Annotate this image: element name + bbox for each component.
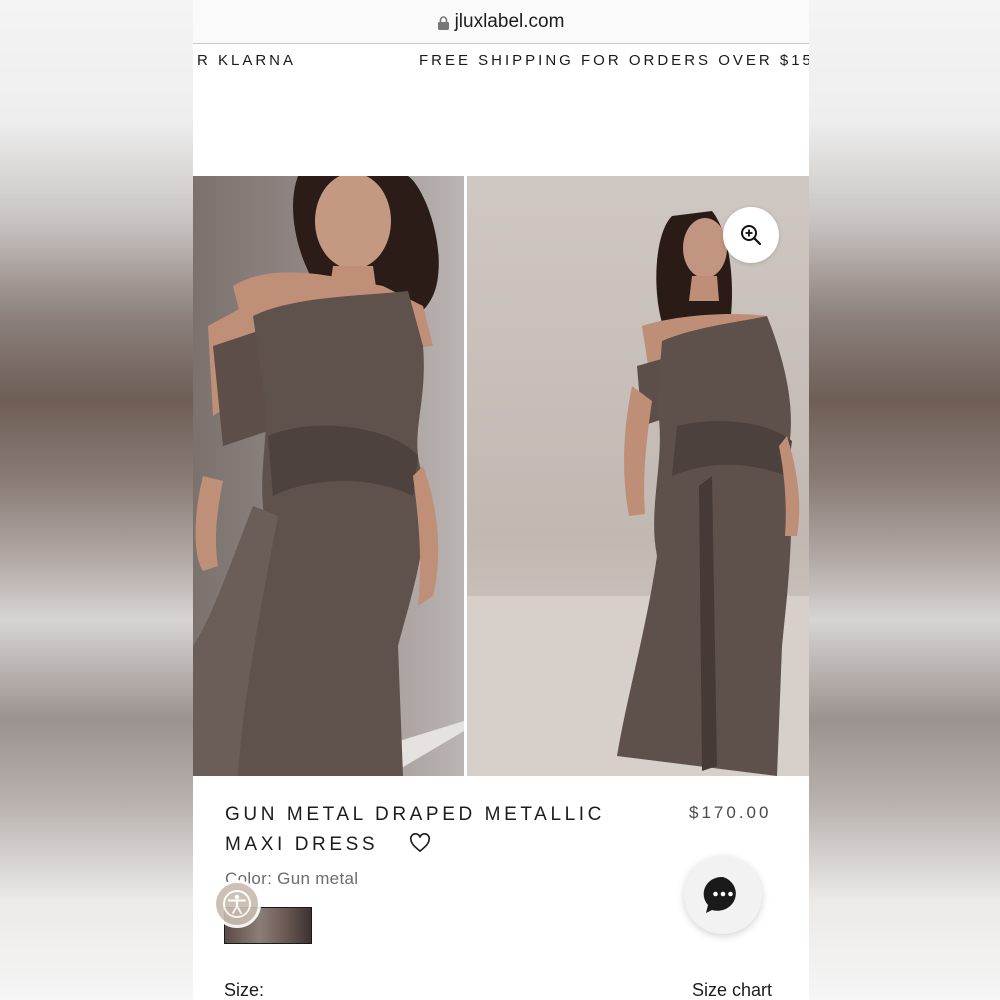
product-title: GUN METAL DRAPED METALLIC MAXI DRESS xyxy=(225,800,645,860)
announcement-shipping: FREE SHIPPING FOR ORDERS OVER $150 xyxy=(419,52,809,69)
heart-icon[interactable] xyxy=(409,832,431,853)
size-label: Size: xyxy=(224,980,265,1000)
model-figure-full xyxy=(467,211,809,776)
product-title-line1: GUN METAL DRAPED METALLIC xyxy=(225,804,605,825)
size-chart-link[interactable]: Size chart xyxy=(692,980,772,1000)
model-figure-front xyxy=(193,176,464,776)
announcement-bar: R KLARNA FREE SHIPPING FOR ORDERS OVER $… xyxy=(193,44,809,76)
accessibility-button[interactable] xyxy=(213,880,261,928)
product-image-1[interactable] xyxy=(193,176,464,776)
product-title-line2: MAXI DRESS xyxy=(225,834,379,855)
lock-icon xyxy=(437,15,449,30)
address-bar[interactable]: jluxlabel.com xyxy=(193,0,809,44)
url-text: jluxlabel.com xyxy=(454,10,565,32)
zoom-button[interactable] xyxy=(723,207,779,263)
zoom-in-icon xyxy=(741,225,762,246)
chat-button[interactable] xyxy=(684,856,762,934)
product-image-2[interactable] xyxy=(467,176,809,776)
mobile-page: jluxlabel.com R KLARNA FREE SHIPPING FOR… xyxy=(193,0,809,1000)
announcement-klarna: R KLARNA xyxy=(197,52,297,69)
chat-icon xyxy=(703,876,736,913)
product-price: $170.00 xyxy=(689,803,772,822)
accessibility-icon xyxy=(223,890,251,918)
